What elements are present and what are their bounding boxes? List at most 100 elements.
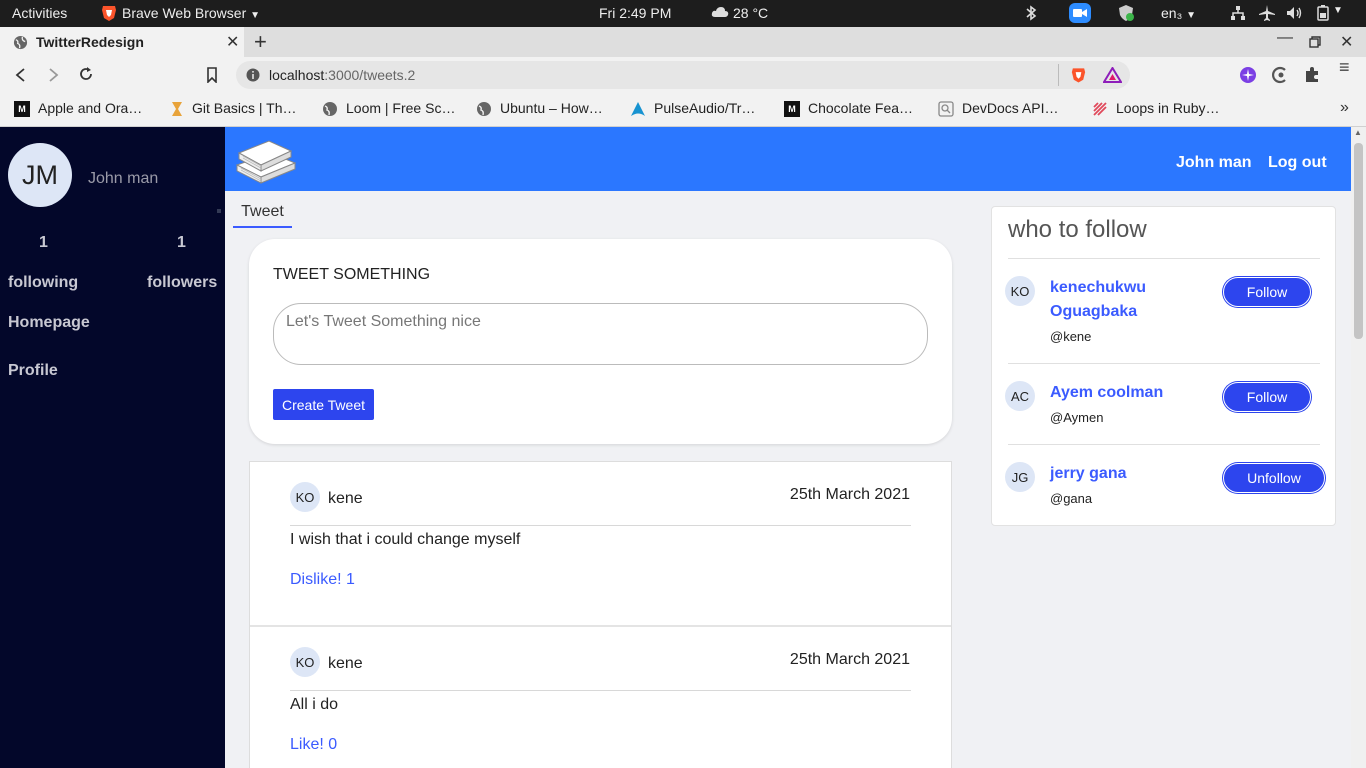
tweet-input[interactable] (273, 303, 928, 365)
compose-title: TWEET SOMETHING (273, 266, 431, 283)
scrollbar-thumb[interactable] (1354, 143, 1363, 339)
avatar: AC (1005, 381, 1035, 411)
tweet-username: kene (328, 490, 363, 507)
reload-icon[interactable] (78, 66, 94, 82)
shield-update-icon[interactable] (1117, 4, 1135, 22)
follow-suggestion: JG jerry gana @gana Unfollow (992, 462, 1337, 518)
sidebar-item-homepage[interactable]: Homepage (8, 314, 90, 332)
bookmark-item[interactable]: Chocolate Fea… (808, 100, 913, 116)
books-logo-icon[interactable] (233, 135, 299, 187)
brave-shields-icon[interactable] (1070, 66, 1087, 84)
network-icon[interactable] (1229, 4, 1247, 22)
weather-temp[interactable]: 28 °C (733, 5, 768, 21)
browser-tab[interactable]: TwitterRedesign ✕ (0, 27, 244, 57)
app-menu[interactable]: Brave Web Browser ▼ (122, 5, 260, 21)
tab-tweet[interactable]: Tweet (233, 201, 292, 228)
airplane-icon[interactable] (1258, 4, 1276, 22)
address-divider (1058, 64, 1059, 86)
language-label: en₃ (1161, 5, 1183, 21)
microverse-icon: M (14, 101, 30, 117)
bookmark-icon[interactable] (206, 67, 218, 83)
tweet-body: I wish that i could change myself (290, 531, 521, 548)
url-host: localhost (269, 67, 325, 83)
create-tweet-button[interactable]: Create Tweet (273, 389, 374, 420)
devdocs-icon (938, 101, 954, 117)
bookmark-item[interactable]: Ubuntu – How… (500, 100, 603, 116)
tweet-date: 25th March 2021 (789, 486, 910, 503)
hourglass-icon (172, 102, 182, 116)
globe-icon (13, 35, 28, 50)
volume-icon[interactable] (1285, 4, 1303, 22)
cloud-icon (711, 7, 729, 17)
divider (1008, 258, 1320, 259)
like-link[interactable]: Dislike! 1 (290, 571, 355, 589)
logout-link[interactable]: Log out (1268, 154, 1327, 172)
clock[interactable]: Fri 2:49 PM (599, 5, 671, 21)
extension-star-icon[interactable] (1239, 66, 1257, 84)
suggestion-name[interactable]: kenechukwu Oguagbaka (1050, 276, 1190, 324)
avatar: JG (1005, 462, 1035, 492)
info-icon[interactable] (246, 68, 260, 82)
suggestion-handle: @kene (1050, 329, 1092, 344)
bluetooth-icon[interactable] (1022, 4, 1040, 22)
who-to-follow-title: who to follow (1008, 216, 1147, 243)
bookmark-item[interactable]: DevDocs API… (962, 100, 1058, 116)
bookmark-item[interactable]: PulseAudio/Tr… (654, 100, 755, 116)
bookmark-item[interactable]: Git Basics | Th… (192, 100, 297, 116)
follow-suggestion: AC Ayem coolman @Aymen Follow (992, 381, 1337, 437)
microverse-icon: M (784, 101, 800, 117)
system-top-bar: Activities Brave Web Browser ▼ Fri 2:49 … (0, 0, 1366, 27)
follow-button[interactable]: Follow (1223, 382, 1311, 412)
more-bookmarks-icon[interactable]: » (1340, 99, 1349, 117)
close-tab-icon[interactable]: ✕ (226, 32, 239, 52)
avatar: JM (8, 143, 72, 207)
like-link[interactable]: Like! 0 (290, 736, 337, 754)
address-bar[interactable]: localhost:3000/tweets.2 (236, 61, 1130, 89)
url-path: :3000/tweets.2 (324, 67, 416, 83)
divider (1008, 363, 1320, 364)
scrollbar[interactable]: ▲ (1351, 127, 1366, 768)
bookmarks-bar: M Apple and Ora… Git Basics | Th… Loom |… (0, 93, 1366, 127)
suggestion-name[interactable]: Ayem coolman (1050, 381, 1210, 405)
sidebar-item-profile[interactable]: Profile (8, 362, 58, 380)
chevron-down-icon[interactable]: ▼ (1333, 5, 1343, 16)
new-tab-icon[interactable]: + (254, 29, 267, 55)
followers-count: 1 (177, 234, 186, 251)
extensions-puzzle-icon[interactable] (1303, 66, 1321, 84)
suggestion-handle: @Aymen (1050, 410, 1104, 425)
scroll-up-icon[interactable]: ▲ (1354, 128, 1362, 137)
divider (290, 690, 911, 691)
bookmark-item[interactable]: Apple and Ora… (38, 100, 142, 116)
restore-icon[interactable] (1309, 36, 1321, 48)
followers-label: followers (147, 274, 218, 291)
divider (1008, 444, 1320, 445)
divider (290, 525, 911, 526)
minimize-icon[interactable]: — (1277, 29, 1293, 47)
follow-button[interactable]: Follow (1223, 277, 1311, 307)
avatar: KO (290, 647, 320, 677)
brave-rewards-icon[interactable] (1103, 67, 1122, 83)
suggestion-name[interactable]: jerry gana (1050, 462, 1210, 486)
bookmark-item[interactable]: Loops in Ruby… (1116, 100, 1220, 116)
suggestion-handle: @gana (1050, 491, 1093, 506)
extension-c-icon[interactable] (1271, 66, 1289, 84)
battery-icon[interactable] (1314, 4, 1332, 22)
tweet-username: kene (328, 655, 363, 672)
globe-icon (323, 102, 337, 116)
brave-lion-icon (102, 6, 116, 21)
unfollow-button[interactable]: Unfollow (1223, 463, 1325, 493)
chevron-down-icon: ▼ (1186, 10, 1197, 21)
forward-icon[interactable] (46, 67, 60, 83)
language-indicator[interactable]: en₃ ▼ (1161, 5, 1196, 21)
tweet-item: KO kene 25th March 2021 I wish that i co… (250, 462, 951, 627)
zoom-icon[interactable] (1069, 3, 1091, 23)
back-icon[interactable] (14, 67, 28, 83)
tweet-item: KO kene 25th March 2021 All i do Like! 0 (250, 627, 951, 768)
bookmark-item[interactable]: Loom | Free Sc… (346, 100, 455, 116)
follow-suggestion: KO kenechukwu Oguagbaka @kene Follow (992, 276, 1337, 356)
activities-button[interactable]: Activities (12, 5, 67, 21)
header-user-link[interactable]: John man (1176, 154, 1252, 172)
close-window-icon[interactable]: ✕ (1340, 32, 1353, 52)
navigation-bar: localhost:3000/tweets.2 ≡ (0, 57, 1366, 93)
browser-menu-icon[interactable]: ≡ (1339, 58, 1350, 76)
